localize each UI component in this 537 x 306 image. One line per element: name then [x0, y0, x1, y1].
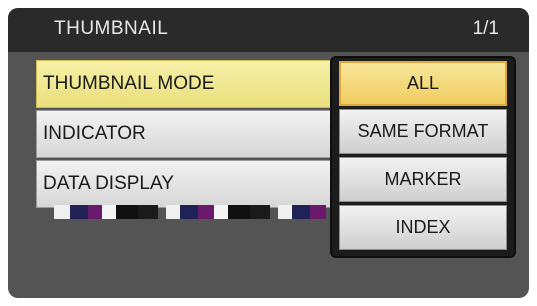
menu-item-thumbnail-mode[interactable]: THUMBNAIL MODE: [36, 60, 332, 108]
screen-title: THUMBNAIL: [54, 18, 169, 39]
thumbnail-color-bars: [54, 205, 158, 219]
option-same-format[interactable]: SAME FORMAT: [339, 109, 507, 154]
option-index[interactable]: INDEX: [339, 205, 507, 250]
thumbnail-mode-options: ALL SAME FORMAT MARKER INDEX: [330, 56, 516, 258]
settings-menu: THUMBNAIL MODE INDICATOR DATA DISPLAY: [36, 60, 332, 210]
menu-item-data-display[interactable]: DATA DISPLAY: [36, 160, 332, 208]
header-bar: THUMBNAIL 1/1: [8, 8, 529, 52]
thumbnail-settings-screen: THUMBNAIL 1/1 THUMBNAIL MODE INDICATOR D…: [8, 8, 529, 298]
menu-item-indicator[interactable]: INDICATOR: [36, 110, 332, 158]
thumbnail-color-bars: [166, 205, 270, 219]
thumbnail-color-bars: [278, 205, 326, 219]
page-indicator: 1/1: [472, 18, 499, 39]
option-marker[interactable]: MARKER: [339, 157, 507, 202]
option-all[interactable]: ALL: [339, 61, 507, 106]
